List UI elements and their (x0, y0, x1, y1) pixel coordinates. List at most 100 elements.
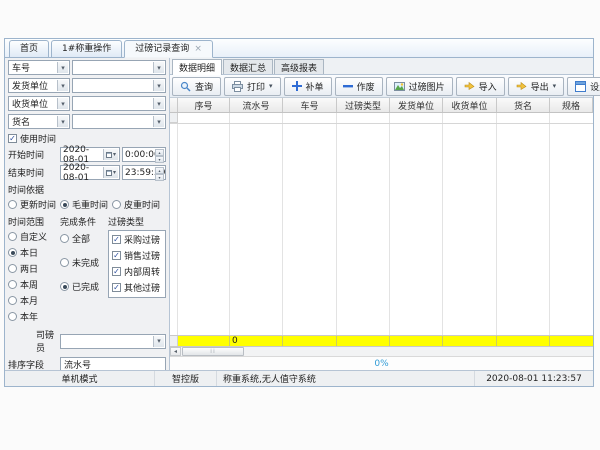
spinner-arrows-icon[interactable]: ▴▾ (155, 149, 164, 160)
status-edition: 智控版 (155, 371, 217, 386)
start-date-picker[interactable]: 2020-08-01 ▾ (60, 147, 120, 162)
sort-field-input[interactable]: 流水号 (60, 357, 166, 370)
status-datetime: 2020-08-01 11:23:57 (475, 371, 593, 386)
start-date-value: 2020-08-01 (63, 145, 101, 165)
start-time-spinner[interactable]: 0:00:00 ▴▾ (122, 147, 166, 162)
operator-label: 司磅员 (8, 328, 58, 354)
table-header: 序号 流水号 车号 过磅类型 发货单位 收货单位 货名 规格 (170, 98, 593, 113)
progress-bar: 0% (170, 357, 593, 370)
print-button[interactable]: 打印 ▾ (224, 77, 281, 96)
receiver-value-combo[interactable] (72, 96, 166, 111)
checkbox-other-weigh[interactable]: 其他过磅 (112, 281, 162, 294)
checkbox-icon (112, 283, 121, 292)
tab-home[interactable]: 首页 (9, 40, 49, 57)
radio-all[interactable]: 全部 (60, 232, 108, 245)
app-window: 首页 1#称重操作 过磅记录查询 × 车号 发货单位 收货单位 货名 使用时间 … (4, 38, 594, 387)
calendar-icon[interactable]: ▾ (103, 149, 118, 160)
sort-field-label: 排序字段 (8, 358, 60, 370)
radio-icon (8, 200, 17, 209)
col-发货单位[interactable]: 发货单位 (390, 98, 443, 112)
start-time-label: 开始时间 (8, 148, 60, 161)
subtab-advanced-report[interactable]: 高级报表 (274, 59, 324, 74)
col-货名[interactable]: 货名 (497, 98, 550, 112)
col-车号[interactable]: 车号 (283, 98, 337, 112)
weigh-photo-button[interactable]: 过磅图片 (386, 77, 453, 96)
export-icon (516, 81, 527, 92)
radio-two-days[interactable]: 两日 (8, 262, 60, 275)
col-流水号[interactable]: 流水号 (230, 98, 283, 112)
field-selector-carno[interactable]: 车号 (8, 60, 70, 75)
use-time-label: 使用时间 (20, 132, 56, 145)
radio-icon (112, 200, 121, 209)
finish-condition-group: 完成条件 全部 未完成 已完成 (60, 213, 108, 326)
close-icon[interactable]: × (194, 42, 202, 57)
goods-value-combo[interactable] (72, 114, 166, 129)
void-button[interactable]: 作废 (335, 77, 383, 96)
table-body[interactable] (170, 113, 593, 335)
query-button[interactable]: 查询 (172, 77, 221, 96)
radio-gross-time[interactable]: 毛重时间 (60, 198, 108, 211)
weigh-type-box: 采购过磅 销售过磅 内部周转 其他过磅 (108, 230, 166, 298)
plus-icon (292, 81, 302, 91)
col-收货单位[interactable]: 收货单位 (443, 98, 497, 112)
scroll-left-icon[interactable]: ◂ (170, 347, 181, 356)
row-indicator-header (170, 98, 178, 112)
end-date-picker[interactable]: 2020-08-01 ▾ (60, 165, 120, 180)
settings-button[interactable]: 设置 (567, 77, 600, 96)
tab-label: 1#称重操作 (62, 42, 111, 57)
operator-combo[interactable] (60, 334, 166, 349)
status-bar: 单机模式 智控版 称重系统,无人值守系统 2020-08-01 11:23:57 (5, 370, 593, 386)
radio-update-time[interactable]: 更新时间 (8, 198, 56, 211)
supplement-order-button[interactable]: 补单 (284, 77, 332, 96)
time-basis-title: 时间依据 (8, 183, 166, 196)
col-规格[interactable]: 规格 (550, 98, 593, 112)
tab-label: 首页 (20, 42, 38, 57)
tab-weighing-operation[interactable]: 1#称重操作 (51, 40, 122, 57)
horizontal-scrollbar[interactable]: ◂ ⁞⁞ (170, 347, 593, 357)
main-tab-bar: 首页 1#称重操作 过磅记录查询 × (5, 39, 593, 58)
checkbox-internal-transfer[interactable]: 内部周转 (112, 265, 162, 278)
status-system-name: 称重系统,无人值守系统 (217, 371, 475, 386)
subtab-data-detail[interactable]: 数据明细 (172, 59, 222, 75)
search-icon (180, 81, 191, 92)
tab-weigh-record-query[interactable]: 过磅记录查询 × (124, 40, 213, 58)
carno-value-combo[interactable] (72, 60, 166, 75)
filter-panel: 车号 发货单位 收货单位 货名 使用时间 开始时间 2020-08-01 ▾ 0… (5, 58, 170, 370)
col-序号[interactable]: 序号 (178, 98, 230, 112)
radio-unfinished[interactable]: 未完成 (60, 256, 108, 269)
finish-condition-title: 完成条件 (60, 215, 108, 228)
settings-icon (575, 81, 586, 92)
radio-today[interactable]: 本日 (8, 246, 60, 259)
checkbox-icon (112, 235, 121, 244)
sender-value-combo[interactable] (72, 78, 166, 93)
radio-this-month[interactable]: 本月 (8, 294, 60, 307)
calendar-icon[interactable]: ▾ (103, 167, 118, 178)
radio-icon (60, 200, 69, 209)
tab-label: 过磅记录查询 (135, 42, 189, 57)
field-selector-receiver[interactable]: 收货单位 (8, 96, 70, 111)
time-range-group: 时间范围 自定义 本日 两日 本周 本月 本年 (8, 213, 60, 326)
subtab-data-summary[interactable]: 数据汇总 (223, 59, 273, 74)
end-date-value: 2020-08-01 (63, 163, 101, 183)
weigh-type-group: 过磅类型 采购过磅 销售过磅 内部周转 其他过磅 (108, 213, 166, 326)
spinner-arrows-icon[interactable]: ▴▾ (155, 167, 164, 178)
checkbox-sale-weigh[interactable]: 销售过磅 (112, 249, 162, 262)
field-selector-sender[interactable]: 发货单位 (8, 78, 70, 93)
col-过磅类型[interactable]: 过磅类型 (337, 98, 390, 112)
radio-custom[interactable]: 自定义 (8, 230, 60, 243)
progress-percent: 0% (374, 359, 388, 369)
use-time-checkbox[interactable] (8, 134, 17, 143)
field-selector-goods[interactable]: 货名 (8, 114, 70, 129)
radio-this-year[interactable]: 本年 (8, 310, 60, 323)
end-time-spinner[interactable]: 23:59:59 ▴▾ (122, 165, 166, 180)
radio-tare-time[interactable]: 皮重时间 (112, 198, 160, 211)
end-time-label: 结束时间 (8, 166, 60, 179)
export-button[interactable]: 导出 ▾ (508, 77, 565, 96)
checkbox-purchase-weigh[interactable]: 采购过磅 (112, 233, 162, 246)
scrollbar-thumb[interactable]: ⁞⁞ (182, 347, 244, 356)
radio-this-week[interactable]: 本周 (8, 278, 60, 291)
import-icon (464, 81, 475, 92)
radio-finished[interactable]: 已完成 (60, 280, 108, 293)
import-button[interactable]: 导入 (456, 77, 505, 96)
minus-icon (343, 81, 353, 91)
